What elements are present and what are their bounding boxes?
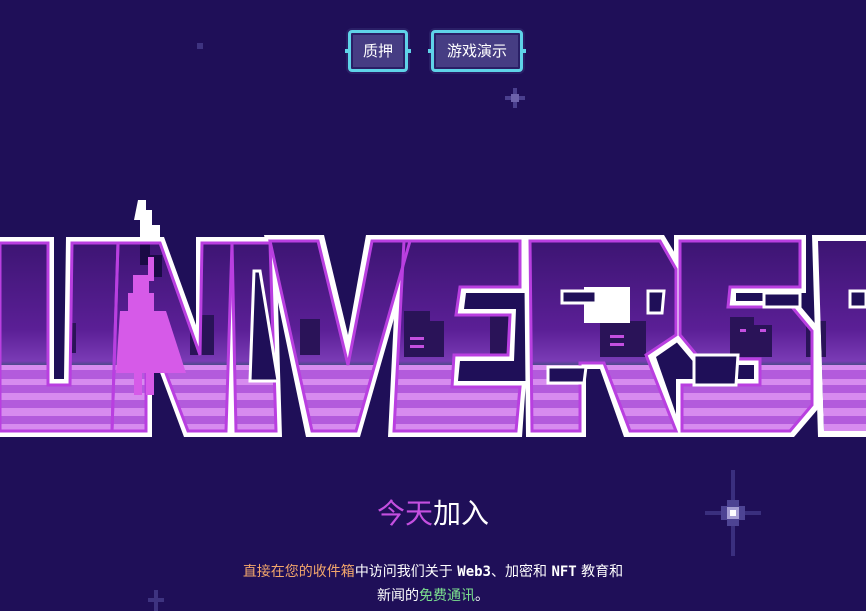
- universe-logo-art: [0, 200, 866, 437]
- game-demo-button[interactable]: 游戏演示: [428, 30, 526, 72]
- desc-text-2: 、加密和: [490, 564, 552, 580]
- sparkle-icon: [505, 88, 525, 108]
- join-heading-part2: 加入: [433, 497, 490, 530]
- desc-text-4: 新闻的: [377, 588, 419, 604]
- sparkle-icon: [197, 43, 203, 49]
- web3-term: Web3: [457, 564, 491, 580]
- join-heading-part1: 今天: [376, 497, 433, 530]
- sparkle-icon: [148, 590, 164, 611]
- landing-page: 质押 游戏演示 今天加入 直接在您的收件箱中访问我们关于 Web3、加密和 NF…: [0, 0, 866, 611]
- desc-text-5: 。: [475, 588, 489, 604]
- free-newsletter-highlight: 免费通讯: [419, 588, 475, 604]
- desc-text-1: 中访问我们关于: [354, 564, 458, 580]
- desc-text-3: 教育和: [576, 564, 624, 580]
- inbox-highlight: 直接在您的收件箱: [242, 564, 355, 580]
- newsletter-description: 直接在您的收件箱中访问我们关于 Web3、加密和 NFT 教育和新闻的免费通讯。: [200, 560, 666, 608]
- nft-term: NFT: [551, 564, 577, 580]
- join-today-heading: 今天加入: [0, 494, 866, 534]
- universe-logo: [0, 195, 866, 445]
- stake-button[interactable]: 质押: [345, 30, 411, 72]
